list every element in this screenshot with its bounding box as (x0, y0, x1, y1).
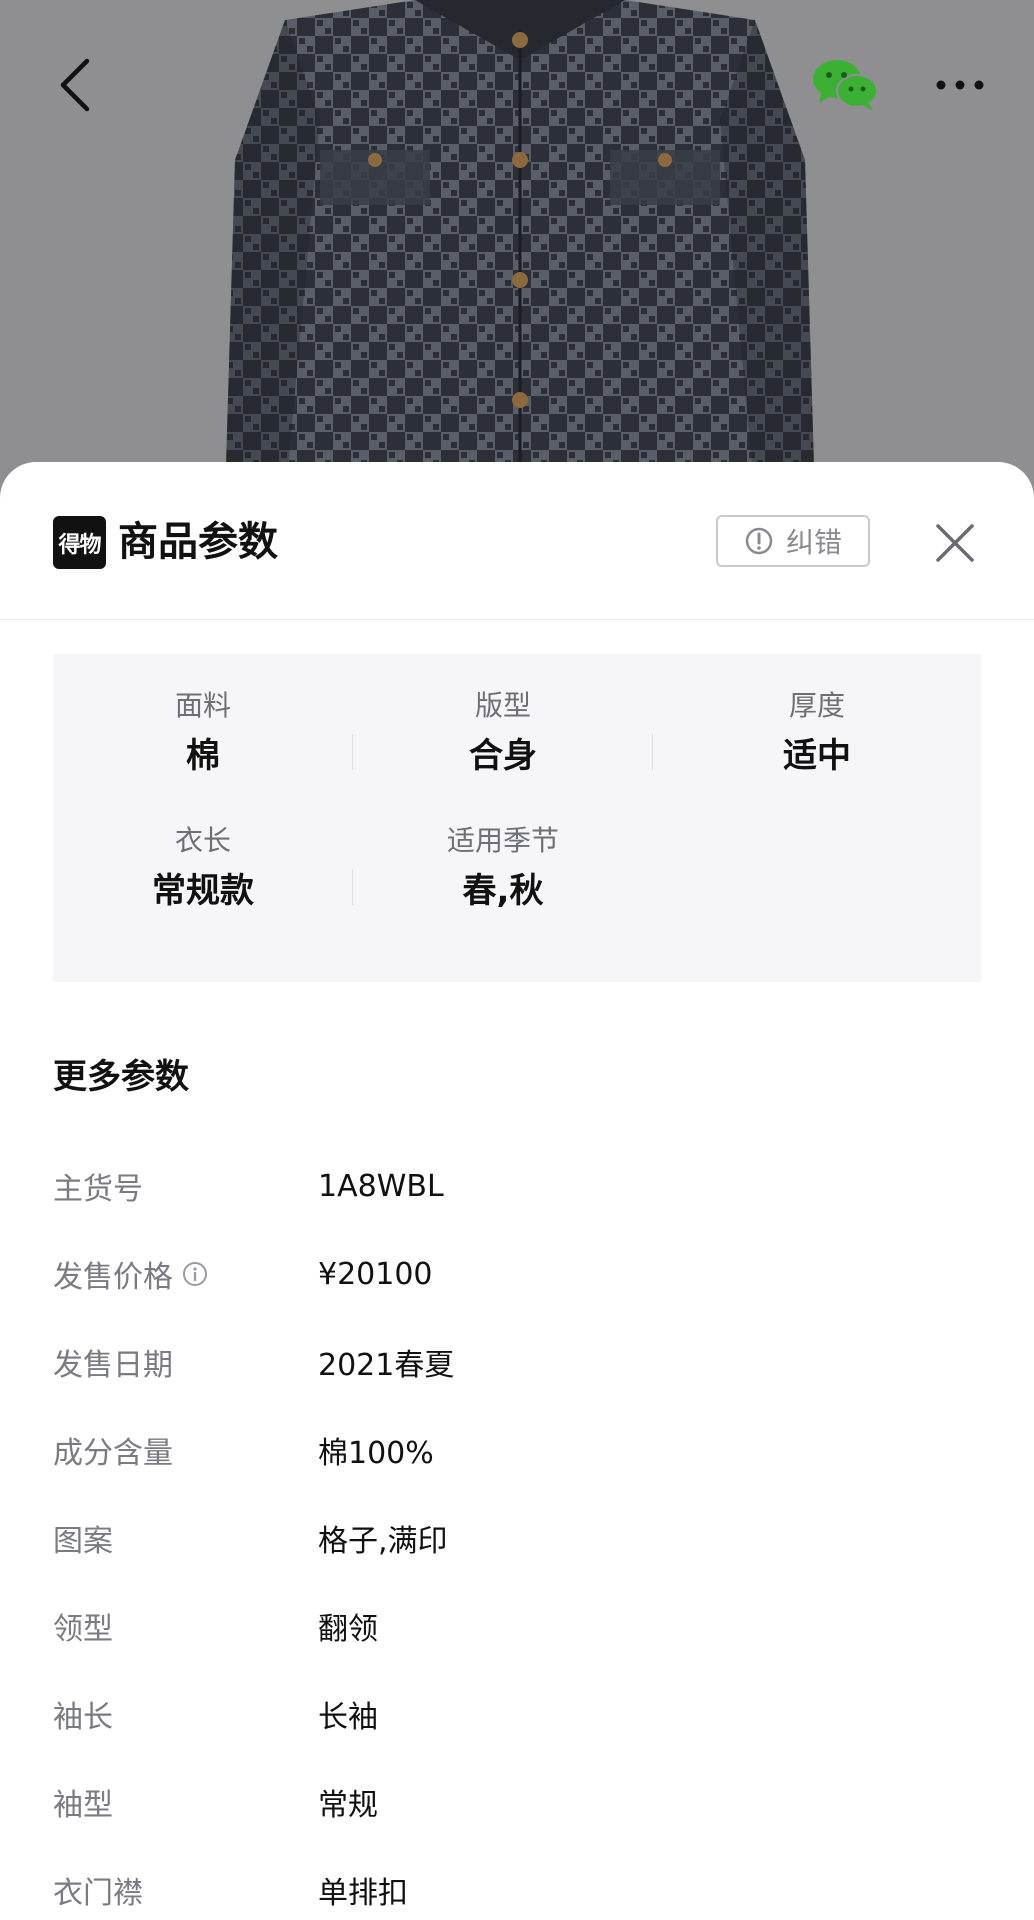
key-param-value: 常规款 (152, 871, 254, 911)
param-row: 主货号 1A8WBL (53, 1142, 981, 1230)
key-param-value: 棉 (186, 736, 220, 776)
alert-circle-icon (745, 527, 773, 555)
more-params-title: 更多参数 (53, 1057, 189, 1097)
param-value: 翻领 (318, 1612, 378, 1647)
param-key-text: 衣门襟 (53, 1876, 143, 1911)
more-dots-icon (936, 80, 984, 90)
back-button[interactable] (40, 45, 110, 125)
param-key-text: 主货号 (53, 1172, 143, 1207)
param-row: 成分含量 棉100% (53, 1406, 981, 1494)
key-param-value: 适中 (783, 736, 851, 776)
product-photo (0, 0, 1034, 500)
param-key-text: 图案 (53, 1524, 113, 1559)
param-key: 袖长 (53, 1692, 318, 1736)
param-key: 袖型 (53, 1780, 318, 1824)
param-key-text: 成分含量 (53, 1436, 173, 1471)
param-row: 袖长 长袖 (53, 1670, 981, 1758)
param-row: 发售日期 2021春夏 (53, 1318, 981, 1406)
key-param-label: 适用季节 (446, 824, 559, 857)
wechat-share-button[interactable] (805, 50, 885, 120)
param-key: 发售日期 (53, 1340, 318, 1384)
key-param-label: 厚度 (788, 689, 845, 722)
product-detail-page: 得物 商品参数 纠错 面料 棉 版型 合身 厚度 适中 衣长 常规款 适用季节 … (0, 0, 1034, 1920)
report-error-button[interactable]: 纠错 (716, 515, 870, 567)
key-param-label: 版型 (474, 689, 531, 722)
more-params-list: 主货号 1A8WBL 发售价格 ¥20100 发售日期 2021春夏 成分含量 … (53, 1142, 981, 1920)
brand-logo-text: 得物 (58, 532, 101, 558)
report-error-label: 纠错 (785, 526, 842, 559)
param-value: 单排扣 (318, 1876, 408, 1911)
param-row: 袖型 常规 (53, 1758, 981, 1846)
key-param-value: 合身 (469, 736, 537, 776)
close-icon (936, 524, 974, 562)
param-key: 主货号 (53, 1164, 318, 1208)
key-param-value: 春,秋 (462, 871, 544, 911)
sheet-title: 商品参数 (118, 519, 278, 565)
param-key: 图案 (53, 1516, 318, 1560)
key-param-item: 厚度 适中 (653, 684, 981, 819)
param-key: 领型 (53, 1604, 318, 1648)
more-button[interactable] (925, 55, 995, 115)
param-value: 常规 (318, 1788, 378, 1823)
brand-logo: 得物 (53, 516, 106, 569)
param-value: ¥20100 (318, 1256, 433, 1292)
param-key-text: 领型 (53, 1612, 113, 1647)
param-key: 衣门襟 (53, 1868, 318, 1912)
key-param-item: 版型 合身 (353, 684, 653, 819)
key-param-label: 面料 (174, 689, 231, 722)
param-value: 棉100% (318, 1436, 434, 1471)
param-key-text: 袖型 (53, 1788, 113, 1823)
param-row: 图案 格子,满印 (53, 1494, 981, 1582)
param-row: 衣门襟 单排扣 (53, 1846, 981, 1920)
key-params-panel: 面料 棉 版型 合身 厚度 适中 衣长 常规款 适用季节 春,秋 (53, 654, 981, 982)
param-key-text: 发售价格 (53, 1260, 173, 1295)
jacket-image (225, 0, 815, 500)
param-value: 长袖 (318, 1700, 378, 1735)
param-key: 发售价格 (53, 1252, 318, 1296)
param-key-text: 发售日期 (53, 1348, 173, 1383)
param-row: 领型 翻领 (53, 1582, 981, 1670)
sheet-header: 得物 商品参数 纠错 (0, 462, 1034, 620)
chevron-left-icon (60, 58, 90, 112)
key-param-item: 衣长 常规款 (53, 819, 353, 954)
param-row: 发售价格 ¥20100 (53, 1230, 981, 1318)
close-button[interactable] (930, 518, 980, 568)
key-param-label: 衣长 (174, 824, 231, 857)
param-key-text: 袖长 (53, 1700, 113, 1735)
param-value: 格子,满印 (318, 1524, 448, 1559)
key-param-item: 面料 棉 (53, 684, 353, 819)
wechat-icon (813, 60, 878, 111)
param-value: 2021春夏 (318, 1348, 455, 1383)
param-value: 1A8WBL (318, 1168, 444, 1204)
info-circle-icon[interactable] (181, 1260, 209, 1288)
key-param-item: 适用季节 春,秋 (353, 819, 653, 954)
param-key: 成分含量 (53, 1428, 318, 1472)
product-params-sheet: 得物 商品参数 纠错 面料 棉 版型 合身 厚度 适中 衣长 常规款 适用季节 … (0, 462, 1034, 1920)
